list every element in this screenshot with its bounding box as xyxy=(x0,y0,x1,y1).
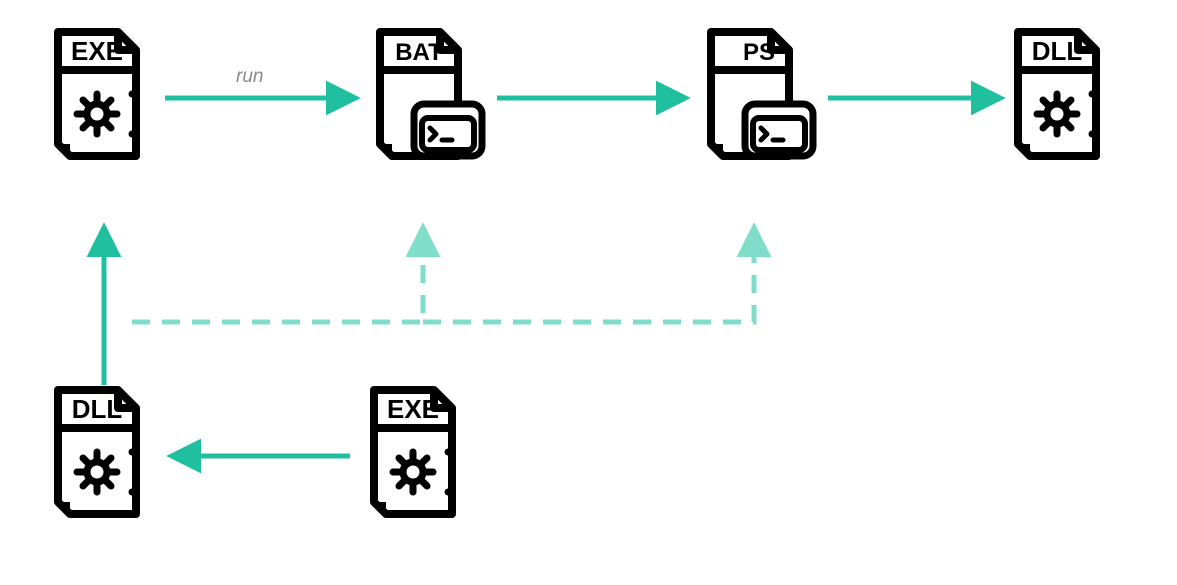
flow-diagram: run EXE BAT PS xyxy=(0,0,1177,585)
badge-text: BAT xyxy=(395,39,443,66)
node-ps1: PS xyxy=(687,28,827,184)
exe-icon: EXE xyxy=(356,386,476,534)
ps-icon: PS xyxy=(687,28,827,176)
dll-icon: DLL xyxy=(40,386,160,534)
node-wdichost: EXE xyxy=(40,28,160,184)
exe-icon: EXE xyxy=(40,28,160,176)
edge-drop2 xyxy=(423,228,754,322)
node-bat: BAT xyxy=(356,28,496,184)
badge-text: DLL xyxy=(1032,36,1083,66)
dll-icon: DLL xyxy=(1000,28,1120,176)
badge-text: DLL xyxy=(72,394,123,424)
edge-drop1 xyxy=(132,228,423,322)
badge-text: PS xyxy=(743,39,775,66)
node-license: EXE xyxy=(356,386,476,542)
node-mpclient: DLL xyxy=(40,386,160,542)
edge-label-run1: run xyxy=(236,66,263,88)
badge-text: EXE xyxy=(387,394,439,424)
node-msmp4dec: DLL xyxy=(1000,28,1120,184)
bat-icon: BAT xyxy=(356,28,496,176)
badge-text: EXE xyxy=(71,36,123,66)
